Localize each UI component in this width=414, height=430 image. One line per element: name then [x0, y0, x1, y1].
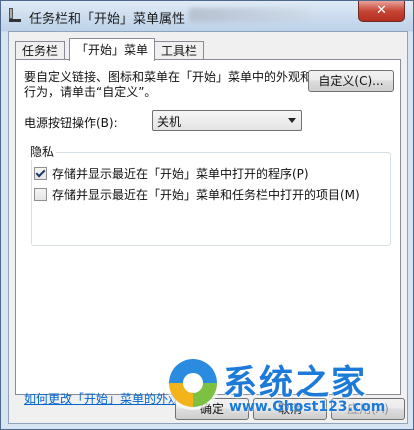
tab-taskbar[interactable]: 任务栏 [15, 41, 66, 60]
privacy-group-title: 隐私 [28, 143, 57, 160]
close-button[interactable]: ✕ [358, 1, 405, 22]
close-icon: ✕ [376, 3, 387, 18]
title-blur [189, 8, 309, 22]
chevron-down-icon [288, 118, 296, 123]
power-button-value: 关机 [157, 115, 182, 129]
start-menu-panel: 要自定义链接、图标和菜单在「开始」菜单中的外观和行为，请单击“自定义”。 自定义… [15, 59, 401, 406]
privacy-item-label: 存储并显示最近在「开始」菜单和任务栏中打开的项目(M) [52, 188, 360, 202]
window-title: 任务栏和「开始」菜单属性 [29, 12, 186, 27]
apply-button[interactable]: 应用(A) [331, 398, 405, 420]
tab-start-menu[interactable]: 「开始」菜单 [69, 38, 156, 61]
privacy-check-recent-programs[interactable]: 存储并显示最近在「开始」菜单中打开的程序(P) [34, 165, 309, 182]
power-button-label: 电源按钮操作(B): [24, 116, 118, 130]
tab-toolbars[interactable]: 工具栏 [154, 41, 205, 60]
title-bar[interactable]: 任务栏和「开始」菜单属性 ✕ [1, 1, 413, 31]
customize-description: 要自定义链接、图标和菜单在「开始」菜单中的外观和行为，请单击“自定义”。 [24, 70, 313, 99]
dialog-body: 任务栏 「开始」菜单 工具栏 要自定义链接、图标和菜单在「开始」菜单中的外观和行… [8, 31, 408, 424]
checkbox-unchecked[interactable] [34, 188, 47, 201]
help-link[interactable]: 如何更改「开始」菜单的外观? [24, 390, 186, 407]
privacy-item-label: 存储并显示最近在「开始」菜单中打开的程序(P) [52, 167, 309, 181]
customize-button[interactable]: 自定义(C)... [308, 70, 394, 92]
ok-button[interactable]: 确定 [175, 398, 249, 420]
checkbox-checked[interactable] [34, 167, 47, 180]
power-button-select[interactable]: 关机 [152, 110, 302, 131]
cancel-button[interactable]: 取消 [253, 398, 327, 420]
properties-dialog: 任务栏和「开始」菜单属性 ✕ 任务栏 「开始」菜单 工具栏 要自定义链接、图标和… [0, 0, 414, 430]
privacy-check-recent-items[interactable]: 存储并显示最近在「开始」菜单和任务栏中打开的项目(M) [34, 186, 360, 203]
taskbar-app-icon [9, 8, 21, 22]
